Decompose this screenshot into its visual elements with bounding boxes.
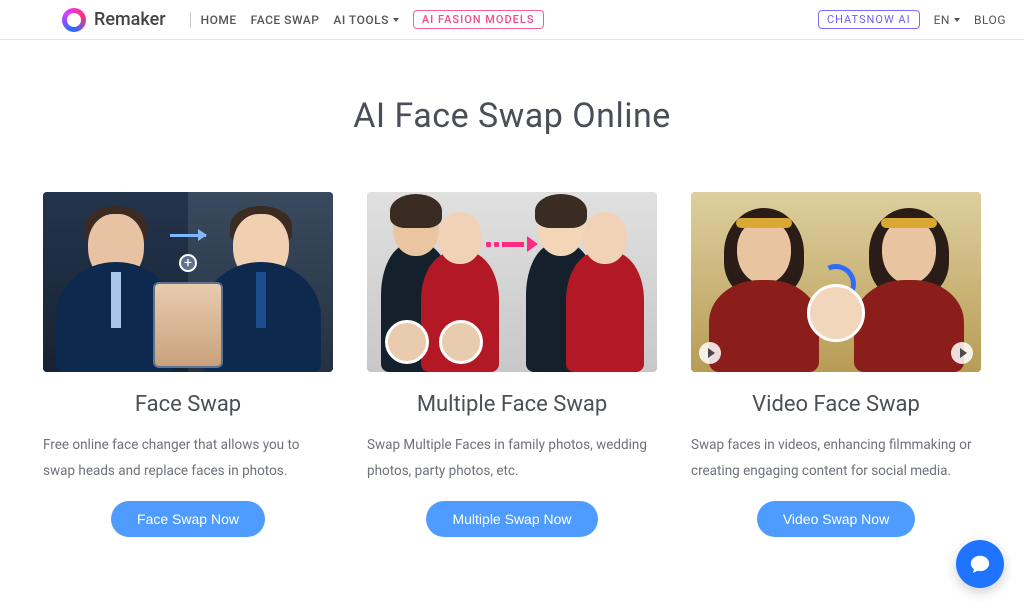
video-swap-now-button[interactable]: Video Swap Now [757, 501, 915, 537]
nav-fashion-models[interactable]: AI FASION MODELS [413, 10, 544, 29]
language-label: EN [934, 13, 950, 27]
plus-icon: + [179, 254, 197, 272]
brand-name: Remaker [94, 9, 166, 30]
chat-icon [969, 553, 991, 575]
chevron-down-icon [393, 18, 399, 22]
site-header: Remaker HOME FACE SWAP AI TOOLS AI FASIO… [0, 0, 1024, 40]
face-inset-icon [153, 282, 223, 368]
nav-chatsnow[interactable]: CHATSNOW AI [818, 10, 920, 29]
card-face-swap-desc: Free online face changer that allows you… [43, 433, 333, 487]
card-video-face-swap: Video Face Swap Swap faces in videos, en… [691, 192, 981, 537]
arrow-right-icon [486, 236, 538, 252]
nav-ai-tools-label: AI TOOLS [333, 13, 389, 27]
card-video-thumbnail[interactable] [691, 192, 981, 372]
nav-blog[interactable]: BLOG [974, 13, 1006, 27]
nav-home[interactable]: HOME [201, 13, 237, 27]
play-icon [951, 342, 973, 364]
card-video-desc: Swap faces in videos, enhancing filmmaki… [691, 433, 981, 487]
card-multiple-desc: Swap Multiple Faces in family photos, we… [367, 433, 657, 487]
logo[interactable]: Remaker [62, 8, 166, 32]
card-multiple-face-swap: Multiple Face Swap Swap Multiple Faces i… [367, 192, 657, 537]
card-face-swap: + Face Swap Free online face changer tha… [43, 192, 333, 537]
primary-nav: HOME FACE SWAP AI TOOLS AI FASION MODELS [201, 10, 544, 29]
card-video-title: Video Face Swap [691, 392, 981, 417]
card-multiple-title: Multiple Face Swap [367, 392, 657, 417]
header-divider [190, 12, 191, 28]
face-swap-now-button[interactable]: Face Swap Now [111, 501, 265, 537]
nav-face-swap[interactable]: FACE SWAP [251, 13, 320, 27]
card-face-swap-thumbnail[interactable]: + [43, 192, 333, 372]
card-face-swap-title: Face Swap [43, 392, 333, 417]
feature-cards: + Face Swap Free online face changer tha… [0, 192, 1024, 537]
secondary-nav: CHATSNOW AI EN BLOG [818, 10, 1006, 29]
face-circle-icon [385, 320, 429, 364]
chat-button[interactable] [956, 540, 1004, 588]
face-circle-icon [439, 320, 483, 364]
language-selector[interactable]: EN [934, 13, 960, 27]
page-title: AI Face Swap Online [0, 96, 1024, 136]
play-icon [699, 342, 721, 364]
nav-ai-tools[interactable]: AI TOOLS [333, 13, 399, 27]
card-multiple-thumbnail[interactable] [367, 192, 657, 372]
arrow-right-icon [170, 234, 206, 237]
face-circle-icon [807, 284, 865, 342]
multiple-swap-now-button[interactable]: Multiple Swap Now [426, 501, 597, 537]
chevron-down-icon [954, 18, 960, 22]
logo-icon [62, 8, 86, 32]
